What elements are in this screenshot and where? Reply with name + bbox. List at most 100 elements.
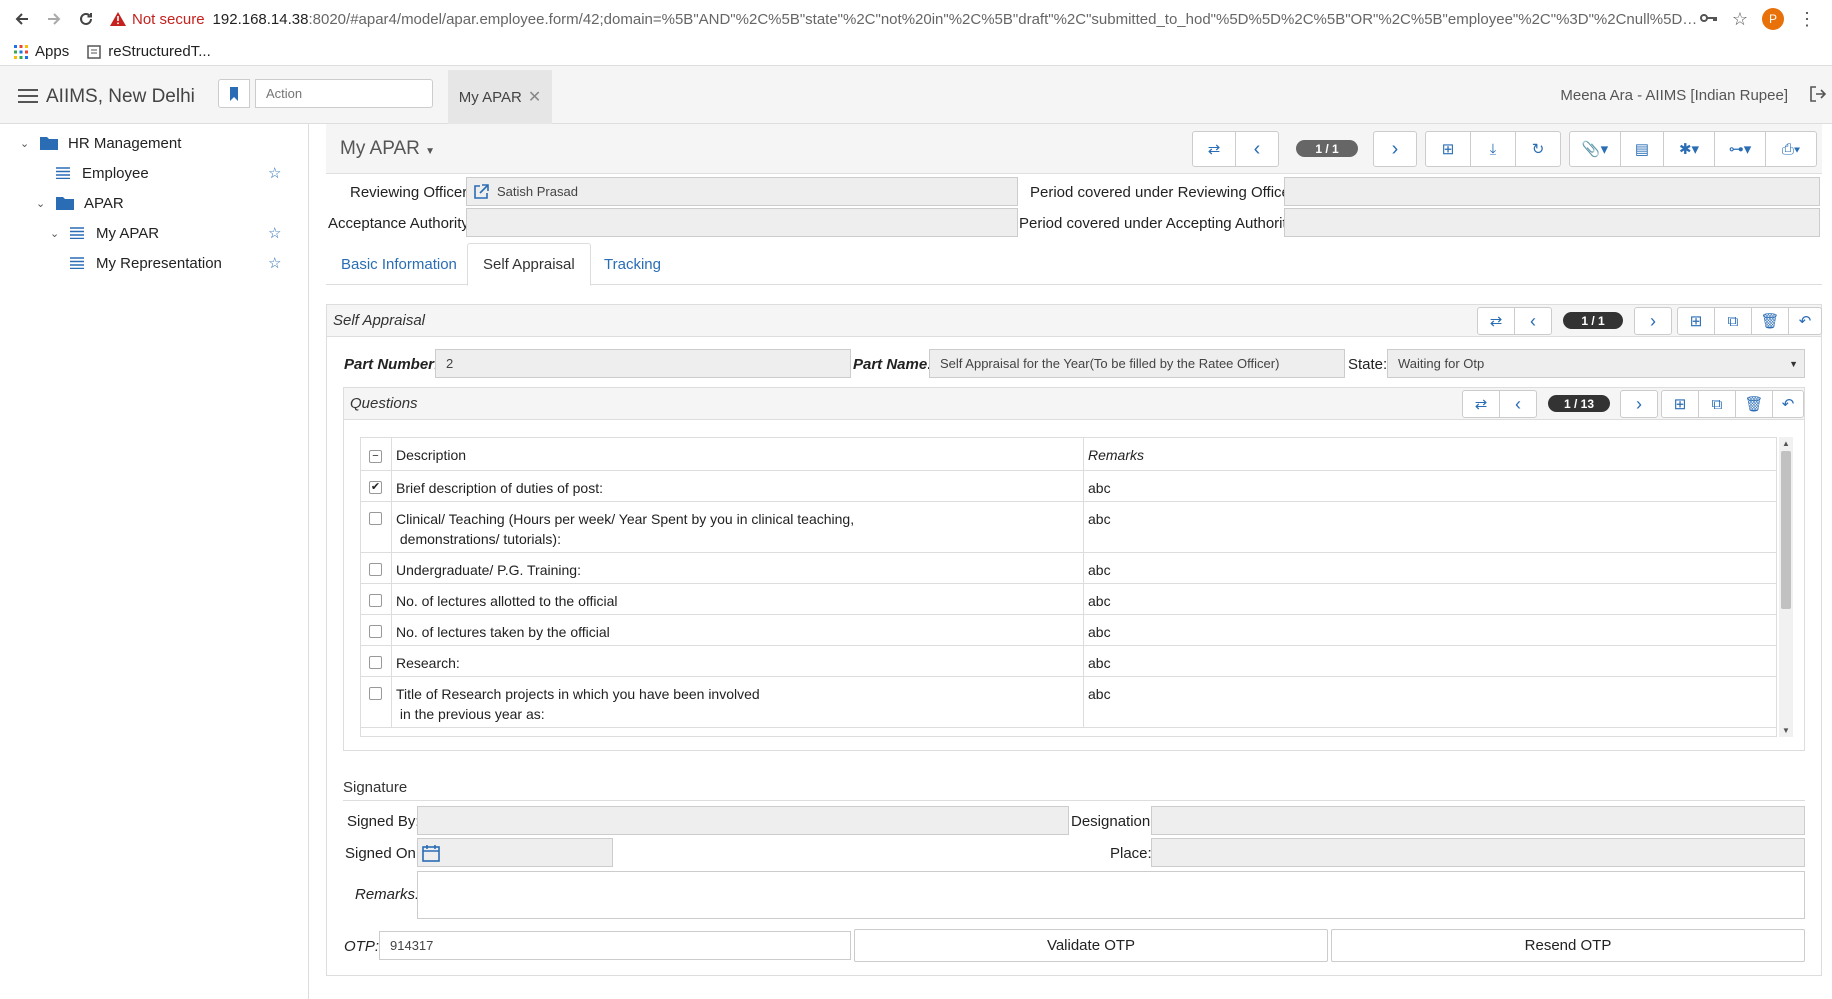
sidebar-item-hr-management[interactable]: ⌄ HR Management: [20, 130, 181, 156]
previous-record-button[interactable]: ‹: [1235, 131, 1279, 167]
undo-button[interactable]: ↶: [1788, 307, 1822, 335]
new-button[interactable]: ⊞: [1425, 131, 1471, 167]
row-checkbox[interactable]: [369, 687, 382, 700]
row-checkbox[interactable]: [369, 563, 382, 576]
table-row[interactable]: No. of lectures allotted to the official…: [361, 584, 1776, 615]
back-icon[interactable]: [6, 3, 38, 35]
tab-basic-information[interactable]: Basic Information: [326, 243, 472, 285]
row-checkbox[interactable]: [369, 594, 382, 607]
key-icon[interactable]: [1699, 11, 1718, 28]
period-reviewing-field[interactable]: [1284, 177, 1820, 206]
bookmark-restructured[interactable]: reStructuredT...: [87, 43, 211, 60]
sidebar-item-apar[interactable]: ⌄ APAR: [36, 190, 124, 216]
table-row[interactable]: ✔ Brief description of duties of post: a…: [361, 471, 1776, 502]
table-row[interactable]: Undergraduate/ P.G. Training: abc: [361, 553, 1776, 584]
self-appraisal-title: Self Appraisal: [333, 312, 425, 329]
action-search-input[interactable]: [255, 79, 433, 108]
previous-record-button[interactable]: ‹: [1499, 390, 1537, 418]
next-record-button[interactable]: ›: [1620, 390, 1658, 418]
user-company-label[interactable]: Meena Ara - AIIMS [Indian Rupee]: [1560, 87, 1788, 104]
designation-field[interactable]: [1151, 806, 1805, 835]
previous-record-button[interactable]: ‹: [1514, 307, 1552, 335]
tab-self-appraisal[interactable]: Self Appraisal: [467, 243, 591, 286]
table-row[interactable]: Clinical/ Teaching (Hours per week/ Year…: [361, 502, 1776, 553]
acceptance-authority-field[interactable]: [466, 208, 1018, 237]
delete-button[interactable]: 🗑: [1751, 307, 1789, 335]
open-record-button[interactable]: ⧉: [1698, 390, 1736, 418]
reload-icon[interactable]: [70, 3, 102, 35]
sidebar-item-my-representation[interactable]: My Representation ☆: [70, 250, 306, 276]
row-checkbox[interactable]: [369, 512, 382, 525]
remarks-textarea[interactable]: [417, 871, 1805, 919]
signed-by-field[interactable]: [417, 806, 1069, 835]
relate-button[interactable]: ⊶▾: [1714, 131, 1766, 167]
calendar-icon[interactable]: [422, 844, 440, 862]
favorite-star-icon[interactable]: ☆: [268, 224, 281, 242]
state-select[interactable]: Waiting for Otp ▼: [1387, 349, 1805, 378]
new-button[interactable]: ⊞: [1661, 390, 1699, 418]
bookmark-button[interactable]: [218, 79, 250, 108]
scrollbar-thumb[interactable]: [1781, 451, 1791, 609]
open-record-button[interactable]: ⧉: [1714, 307, 1752, 335]
bookmark-star-icon[interactable]: ☆: [1732, 9, 1748, 30]
tab-my-apar[interactable]: My APAR ✕: [448, 70, 552, 124]
chevron-down-icon[interactable]: ⌄: [50, 227, 64, 240]
sidebar-item-my-apar[interactable]: ⌄ My APAR ☆: [50, 220, 306, 246]
table-row[interactable]: Title of Research projects in which you …: [361, 677, 1776, 728]
save-button[interactable]: ⤓: [1470, 131, 1516, 167]
print-button[interactable]: ⎙▾: [1765, 131, 1817, 167]
scroll-down-icon[interactable]: ▼: [1782, 726, 1790, 735]
otp-label: OTP:: [344, 938, 380, 955]
row-checkbox[interactable]: ✔: [369, 481, 382, 494]
open-external-icon[interactable]: [473, 183, 489, 200]
table-row[interactable]: Research: abc: [361, 646, 1776, 677]
place-field[interactable]: [1151, 838, 1805, 867]
sidebar-item-employee[interactable]: Employee ☆: [56, 160, 306, 186]
close-icon[interactable]: ✕: [528, 87, 541, 107]
form-title[interactable]: My APAR ▼: [340, 138, 435, 160]
sidebar-item-label: Employee: [82, 164, 149, 182]
menu-dots-icon[interactable]: ⋮: [1798, 9, 1816, 30]
part-number-field[interactable]: 2: [435, 349, 851, 378]
column-header-description[interactable]: Description: [391, 438, 466, 470]
select-all-checkbox[interactable]: −: [369, 450, 382, 463]
not-secure-indicator[interactable]: Not secure: [110, 11, 205, 28]
hamburger-menu-icon[interactable]: [18, 88, 38, 108]
row-checkbox[interactable]: [369, 656, 382, 669]
otp-input[interactable]: 914317: [379, 931, 851, 960]
action-button[interactable]: ✱▾: [1663, 131, 1715, 167]
attachment-button[interactable]: 📎▾: [1569, 131, 1621, 167]
bookmark-apps[interactable]: Apps: [14, 43, 69, 60]
address-bar[interactable]: Not secure 192.168.14.38 :8020/#apar4/mo…: [110, 4, 1700, 34]
new-button[interactable]: ⊞: [1677, 307, 1715, 335]
chevron-down-icon[interactable]: ⌄: [36, 197, 50, 210]
validate-otp-button[interactable]: Validate OTP: [854, 929, 1328, 962]
switch-view-button[interactable]: ⇄: [1192, 131, 1236, 167]
scroll-up-icon[interactable]: ▲: [1782, 439, 1790, 448]
table-row[interactable]: No. of lectures taken by the official ab…: [361, 615, 1776, 646]
delete-button[interactable]: 🗑: [1735, 390, 1773, 418]
reviewing-officer-field[interactable]: Satish Prasad: [466, 177, 1018, 206]
column-header-remarks[interactable]: Remarks: [1083, 438, 1144, 470]
forward-icon[interactable]: [38, 3, 70, 35]
undo-button[interactable]: ↶: [1772, 390, 1804, 418]
profile-avatar[interactable]: P: [1762, 8, 1784, 30]
next-record-button[interactable]: ›: [1373, 131, 1417, 167]
favorite-star-icon[interactable]: ☆: [268, 254, 281, 272]
chevron-down-icon[interactable]: ⌄: [20, 137, 34, 150]
row-checkbox[interactable]: [369, 625, 382, 638]
favorite-star-icon[interactable]: ☆: [268, 164, 281, 182]
grid-scrollbar[interactable]: ▲ ▼: [1779, 437, 1793, 737]
resend-otp-button[interactable]: Resend OTP: [1331, 929, 1805, 962]
tab-tracking[interactable]: Tracking: [589, 243, 676, 285]
part-name-field[interactable]: Self Appraisal for the Year(To be filled…: [929, 349, 1345, 378]
switch-view-button[interactable]: ⇄: [1462, 390, 1500, 418]
logout-icon[interactable]: [1810, 86, 1827, 106]
next-record-button[interactable]: ›: [1634, 307, 1672, 335]
note-button[interactable]: ▤: [1620, 131, 1664, 167]
signed-on-field[interactable]: [417, 838, 613, 867]
reload-button[interactable]: ↻: [1515, 131, 1561, 167]
period-accepting-field[interactable]: [1284, 208, 1820, 237]
chevron-right-icon: ›: [1391, 137, 1399, 160]
switch-view-button[interactable]: ⇄: [1477, 307, 1515, 335]
